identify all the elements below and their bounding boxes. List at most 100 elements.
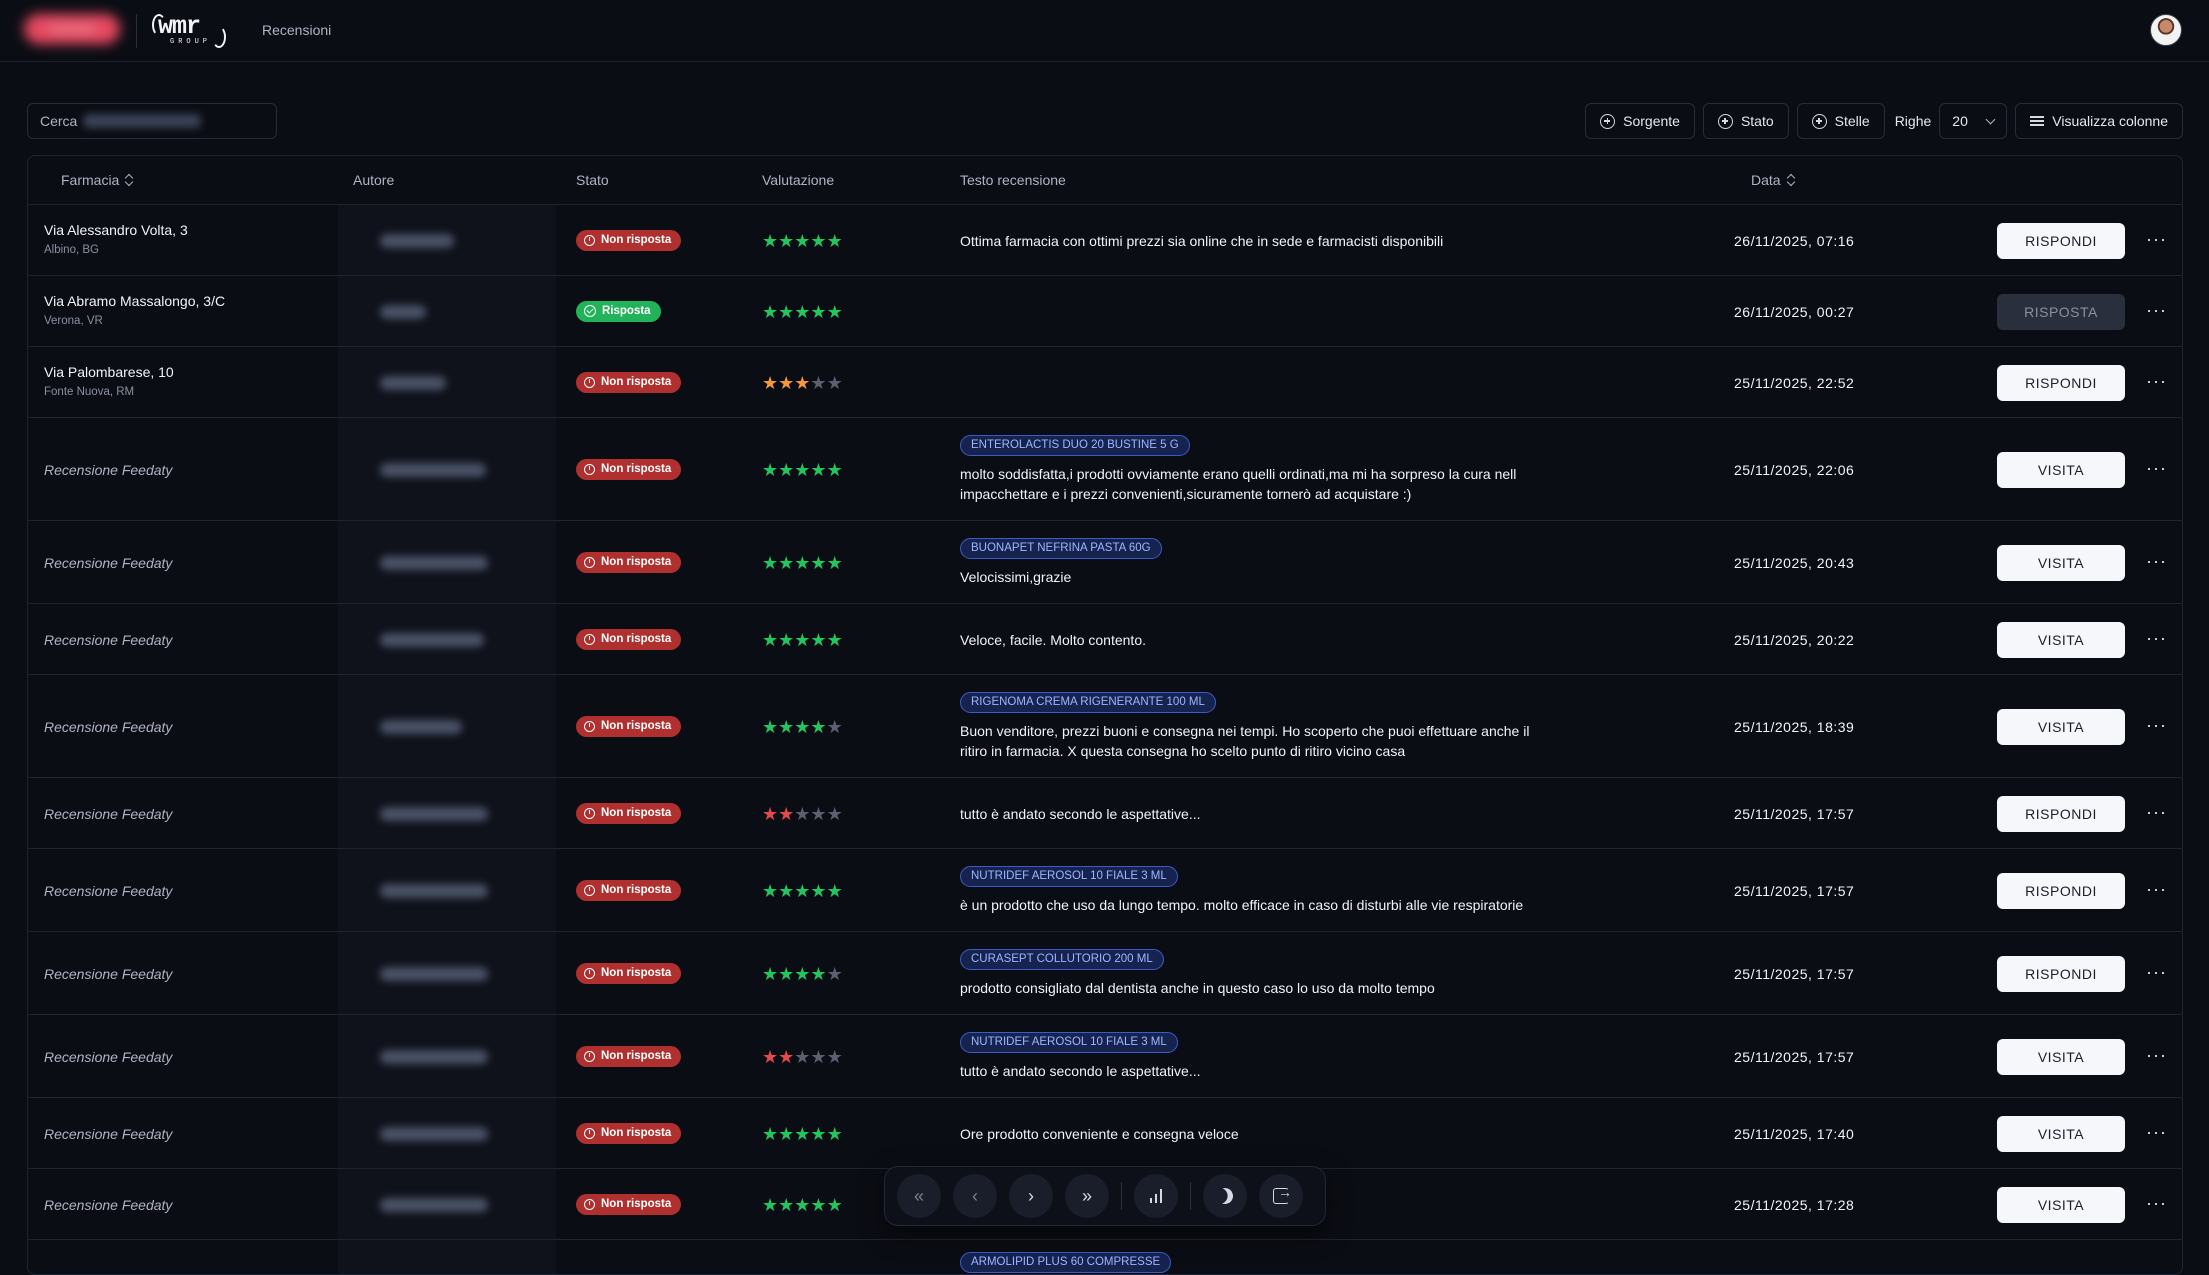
author-blurred xyxy=(380,1197,488,1212)
more-options-icon[interactable]: ··· xyxy=(2146,300,2167,321)
status-badge: Non risposta xyxy=(576,962,682,984)
review-date: 25/11/2025, 17:28 xyxy=(1734,1196,1855,1213)
timer-icon xyxy=(584,1198,595,1210)
star-filled-icon: ★ xyxy=(778,1194,795,1215)
visit-button[interactable]: VISITA xyxy=(1997,708,2125,745)
star-filled-icon: ★ xyxy=(826,1194,843,1215)
filter-source-button[interactable]: Sorgente xyxy=(1585,103,1695,139)
more-options-icon[interactable]: ··· xyxy=(2146,715,2167,736)
reply-button[interactable]: RISPONDI xyxy=(1997,872,2125,909)
header-date[interactable]: Data xyxy=(1751,172,1796,188)
filter-status-button[interactable]: Stato xyxy=(1702,103,1789,139)
rows-value: 20 xyxy=(1952,113,1968,129)
pharmacy-city: Fonte Nuova, RM xyxy=(44,385,135,398)
visit-button[interactable]: VISITA xyxy=(1997,1186,2125,1223)
visit-button[interactable]: VISITA xyxy=(1997,451,2125,488)
more-options-icon[interactable]: ··· xyxy=(2146,229,2167,250)
table-row[interactable]: Via Abramo Massalongo, 3/C Verona, VR Risp… xyxy=(28,276,2182,347)
star-filled-icon: ★ xyxy=(794,1123,811,1144)
visit-button[interactable]: VISITA xyxy=(1997,544,2125,581)
table-row[interactable]: Recensione Feedaty Non risposta ★★★★★ NUTRI… xyxy=(28,849,2182,932)
logout-button[interactable] xyxy=(1259,1174,1303,1218)
more-options-icon[interactable]: ··· xyxy=(2146,962,2167,983)
star-empty-icon: ★ xyxy=(810,1046,827,1067)
table-row[interactable]: Recensione Feedaty Non risposta ★★★★★ tutto… xyxy=(28,778,2182,849)
product-tag[interactable]: BUONAPET NEFRINA PASTA 60G xyxy=(960,538,1162,559)
visit-button[interactable]: VISITA xyxy=(1997,1115,2125,1152)
next-page-icon: › xyxy=(1028,1185,1034,1206)
review-date: 25/11/2025, 17:57 xyxy=(1734,1048,1855,1065)
more-options-icon[interactable]: ··· xyxy=(2146,628,2167,649)
status-text: Non risposta xyxy=(601,807,672,819)
table-row[interactable]: Recensione Feedaty Non risposta ★★★★★ CURAS… xyxy=(28,932,2182,1015)
header-pharmacy[interactable]: Farmacia xyxy=(61,172,134,188)
next-page-button[interactable]: › xyxy=(1009,1174,1053,1218)
view-columns-button[interactable]: Visualizza colonne xyxy=(2015,103,2183,139)
star-filled-icon: ★ xyxy=(778,459,795,480)
review-text: Buon venditore, prezzi buoni e consegna … xyxy=(960,723,1530,759)
status-badge: Non risposta xyxy=(576,1193,682,1215)
star-filled-icon: ★ xyxy=(778,372,795,393)
table-row[interactable]: Via Palombarese, 10 Fonte Nuova, RM Non ri… xyxy=(28,347,2182,418)
more-options-icon[interactable]: ··· xyxy=(2146,879,2167,900)
reply-button[interactable]: RISPONDI xyxy=(1997,364,2125,401)
reply-button[interactable]: RISPONDI xyxy=(1997,222,2125,259)
more-options-icon[interactable]: ··· xyxy=(2146,802,2167,823)
table-row[interactable]: Recensione Feedaty Non risposta ★★★★★ NUTRI… xyxy=(28,1015,2182,1098)
visit-button[interactable]: VISITA xyxy=(1997,621,2125,658)
table-row[interactable]: ARMOLIPID PLUS 60 COMPRESSE xyxy=(28,1240,2182,1274)
rows-per-page-select[interactable]: 20 xyxy=(1939,103,2008,139)
more-options-icon[interactable]: ··· xyxy=(2146,1122,2167,1143)
theme-toggle-button[interactable] xyxy=(1203,1174,1247,1218)
timer-icon xyxy=(584,720,595,732)
star-filled-icon: ★ xyxy=(762,1123,779,1144)
prev-page-button[interactable]: ‹ xyxy=(953,1174,997,1218)
product-tag[interactable]: NUTRIDEF AEROSOL 10 FIALE 3 ML xyxy=(960,1032,1178,1053)
star-filled-icon: ★ xyxy=(810,1194,827,1215)
table-row[interactable]: Recensione Feedaty Non risposta ★★★★★ ENTER… xyxy=(28,418,2182,521)
product-tag[interactable]: ENTEROLACTIS DUO 20 BUSTINE 5 G xyxy=(960,435,1190,456)
more-options-icon[interactable]: ··· xyxy=(2146,1193,2167,1214)
more-options-icon[interactable]: ··· xyxy=(2146,551,2167,572)
author-cell xyxy=(338,1098,556,1168)
review-text: Ore prodotto conveniente e consegna velo… xyxy=(960,1125,1239,1142)
author-blurred xyxy=(380,719,462,734)
status-badge: Non risposta xyxy=(576,551,682,573)
stats-button[interactable] xyxy=(1134,1174,1178,1218)
header-divider xyxy=(136,14,137,48)
filter-stars-button[interactable]: Stelle xyxy=(1796,103,1885,139)
review-cell: BUONAPET NEFRINA PASTA 60G Velocissimi,gr… xyxy=(960,538,1560,587)
more-options-icon[interactable]: ··· xyxy=(2146,1045,2167,1066)
star-filled-icon: ★ xyxy=(826,301,843,322)
user-avatar[interactable] xyxy=(2150,14,2182,46)
product-tag[interactable]: NUTRIDEF AEROSOL 10 FIALE 3 ML xyxy=(960,866,1178,887)
search-input[interactable]: Cerca xyxy=(27,103,277,139)
table-row[interactable]: Recensione Feedaty Non risposta ★★★★★ Veloc… xyxy=(28,604,2182,675)
table-row[interactable]: Recensione Feedaty Non risposta ★★★★★ BUONA… xyxy=(28,521,2182,604)
filter-status-label: Stato xyxy=(1740,113,1774,129)
table-row[interactable]: Via Alessandro Volta, 3 Albino, BG Non ris… xyxy=(28,205,2182,276)
author-cell xyxy=(338,1240,556,1274)
reply-button[interactable]: RISPONDI xyxy=(1997,795,2125,832)
nav-recensioni[interactable]: Recensioni xyxy=(262,22,331,38)
status-badge: Non risposta xyxy=(576,802,682,824)
status-text: Non risposta xyxy=(601,967,672,979)
review-source: Recensione Feedaty xyxy=(44,631,173,648)
star-rating: ★★★★★ xyxy=(762,232,843,250)
table-row[interactable]: Recensione Feedaty Non risposta ★★★★★ Ore p… xyxy=(28,1098,2182,1169)
reply-button[interactable]: RISPONDI xyxy=(1997,955,2125,992)
product-tag[interactable]: CURASEPT COLLUTORIO 200 ML xyxy=(960,949,1164,970)
table-row[interactable]: Recensione Feedaty Non risposta ★★★★★ RIGEN… xyxy=(28,675,2182,778)
brand-logo-blurred[interactable]: Farmacia xyxy=(24,14,120,44)
product-tag[interactable]: RIGENOMA CREMA RIGENERANTE 100 ML xyxy=(960,692,1216,713)
status-text: Non risposta xyxy=(601,633,672,645)
first-page-icon: « xyxy=(913,1185,924,1206)
brand-text: Farmacia xyxy=(49,23,95,35)
answered-button[interactable]: RISPOSTA xyxy=(1997,293,2125,330)
review-cell: ENTEROLACTIS DUO 20 BUSTINE 5 G molto sod… xyxy=(960,435,1560,504)
visit-button[interactable]: VISITA xyxy=(1997,1038,2125,1075)
first-page-button[interactable]: « xyxy=(897,1174,941,1218)
more-options-icon[interactable]: ··· xyxy=(2146,458,2167,479)
last-page-button[interactable]: » xyxy=(1065,1174,1109,1218)
more-options-icon[interactable]: ··· xyxy=(2146,371,2167,392)
